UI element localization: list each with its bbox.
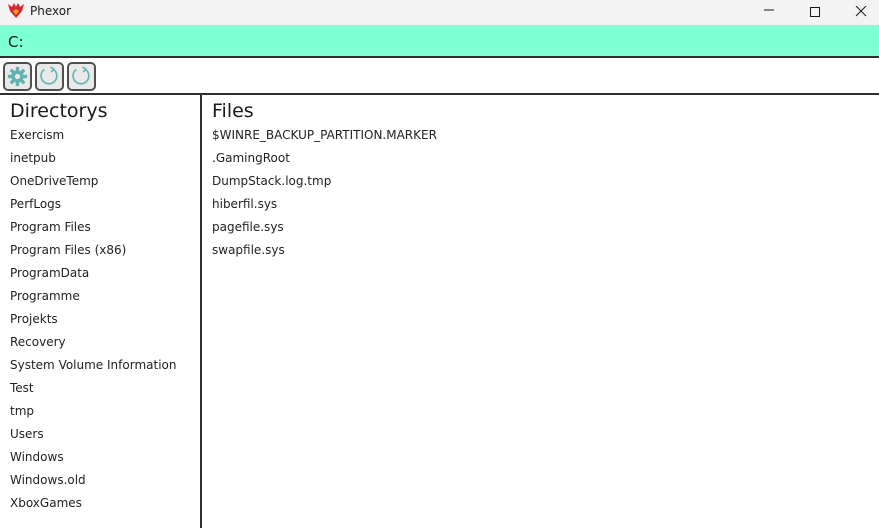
refresh-icon [72, 66, 90, 85]
file-item[interactable]: .GamingRoot [212, 151, 437, 174]
directory-item[interactable]: Windows [10, 450, 176, 473]
current-path[interactable]: C: [8, 33, 24, 51]
directories-heading: Directorys [10, 100, 108, 122]
settings-button[interactable] [3, 62, 32, 91]
directory-item[interactable]: Programme [10, 289, 176, 312]
minimize-button[interactable] [746, 0, 792, 25]
file-item[interactable]: DumpStack.log.tmp [212, 174, 437, 197]
window-title: Phexor [30, 4, 72, 18]
minimize-icon [764, 9, 774, 11]
refresh-icon [40, 66, 58, 85]
directory-item[interactable]: inetpub [10, 151, 176, 174]
close-icon [855, 6, 867, 17]
file-list: $WINRE_BACKUP_PARTITION.MARKER .GamingRo… [212, 128, 437, 266]
toolbar [0, 58, 879, 95]
directory-item[interactable]: OneDriveTemp [10, 174, 176, 197]
directory-item[interactable]: Test [10, 381, 176, 404]
directories-pane: Directorys Exercism inetpub OneDriveTemp… [0, 95, 202, 528]
files-pane: Files $WINRE_BACKUP_PARTITION.MARKER .Ga… [202, 95, 879, 528]
directory-item[interactable]: Projekts [10, 312, 176, 335]
directory-item[interactable]: PerfLogs [10, 197, 176, 220]
files-heading: Files [212, 100, 254, 122]
refresh-directories-button[interactable] [35, 62, 64, 91]
maximize-icon [810, 7, 820, 17]
directory-item[interactable]: Users [10, 427, 176, 450]
directory-item[interactable]: tmp [10, 404, 176, 427]
directory-item[interactable]: XboxGames [10, 496, 176, 519]
maximize-button[interactable] [792, 0, 838, 25]
file-item[interactable]: $WINRE_BACKUP_PARTITION.MARKER [212, 128, 437, 151]
directory-item[interactable]: Program Files (x86) [10, 243, 176, 266]
directory-item[interactable]: Program Files [10, 220, 176, 243]
directory-item[interactable]: ProgramData [10, 266, 176, 289]
directory-item[interactable]: Windows.old [10, 473, 176, 496]
gear-icon [7, 66, 28, 87]
directory-list: Exercism inetpub OneDriveTemp PerfLogs P… [10, 128, 176, 519]
file-item[interactable]: pagefile.sys [212, 220, 437, 243]
title-bar: Phexor [0, 0, 879, 25]
directory-item[interactable]: Recovery [10, 335, 176, 358]
file-item[interactable]: swapfile.sys [212, 243, 437, 266]
phexor-logo-icon [7, 2, 25, 20]
path-bar[interactable]: C: [0, 25, 879, 58]
directory-item[interactable]: System Volume Information [10, 358, 176, 381]
refresh-files-button[interactable] [67, 62, 96, 91]
directory-item[interactable]: Exercism [10, 128, 176, 151]
close-button[interactable] [838, 0, 879, 25]
file-item[interactable]: hiberfil.sys [212, 197, 437, 220]
